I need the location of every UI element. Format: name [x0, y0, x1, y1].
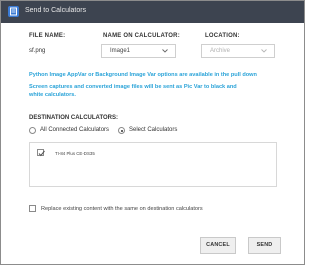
name-on-calculator-header: NAME ON CALCULATOR: — [103, 33, 180, 39]
calculator-name-value: Image1 — [110, 48, 131, 54]
app-icon — [8, 6, 19, 17]
location-header: LOCATION: — [205, 33, 240, 39]
chevron-down-icon — [162, 49, 168, 53]
calculator-list: TI-84 Plus CE-DS35 — [29, 142, 277, 187]
cancel-button[interactable]: CANCEL — [200, 237, 236, 254]
calculator-name: TI-84 Plus CE-DS35 — [55, 151, 95, 156]
location-value: Archive — [210, 48, 231, 54]
info-text-line-1: Python Image AppVar or Background Image … — [29, 72, 257, 78]
calculator-name-dropdown[interactable]: Image1 — [101, 44, 176, 58]
destination-calculators-label: DESTINATION CALCULATORS: — [29, 115, 118, 121]
location-dropdown[interactable]: Archive — [201, 44, 275, 58]
send-button[interactable]: SEND — [248, 237, 281, 254]
file-name-value: sf.png — [29, 48, 46, 54]
info-text-line-3: white calculators. — [29, 92, 76, 98]
window-title: Send to Calculators — [25, 7, 87, 14]
radio-label: All Connected Calculators — [40, 127, 110, 133]
chevron-down-icon — [261, 49, 267, 53]
title-bar: Send to Calculators — [1, 1, 304, 23]
send-to-calculators-dialog: Send to Calculators FILE NAME: NAME ON C… — [0, 0, 305, 265]
radio-button[interactable] — [29, 127, 36, 134]
info-text-line-2: Screen captures and converted image file… — [29, 84, 237, 90]
checkmark-icon — [38, 150, 45, 157]
radio-label: Select Calculators — [129, 127, 178, 133]
file-name-header: FILE NAME: — [29, 33, 66, 39]
calculator-checkbox[interactable] — [37, 149, 45, 157]
radio-button[interactable] — [118, 127, 125, 134]
replace-existing-label: Replace existing content with the same o… — [41, 206, 203, 212]
replace-existing-checkbox[interactable] — [29, 205, 36, 212]
